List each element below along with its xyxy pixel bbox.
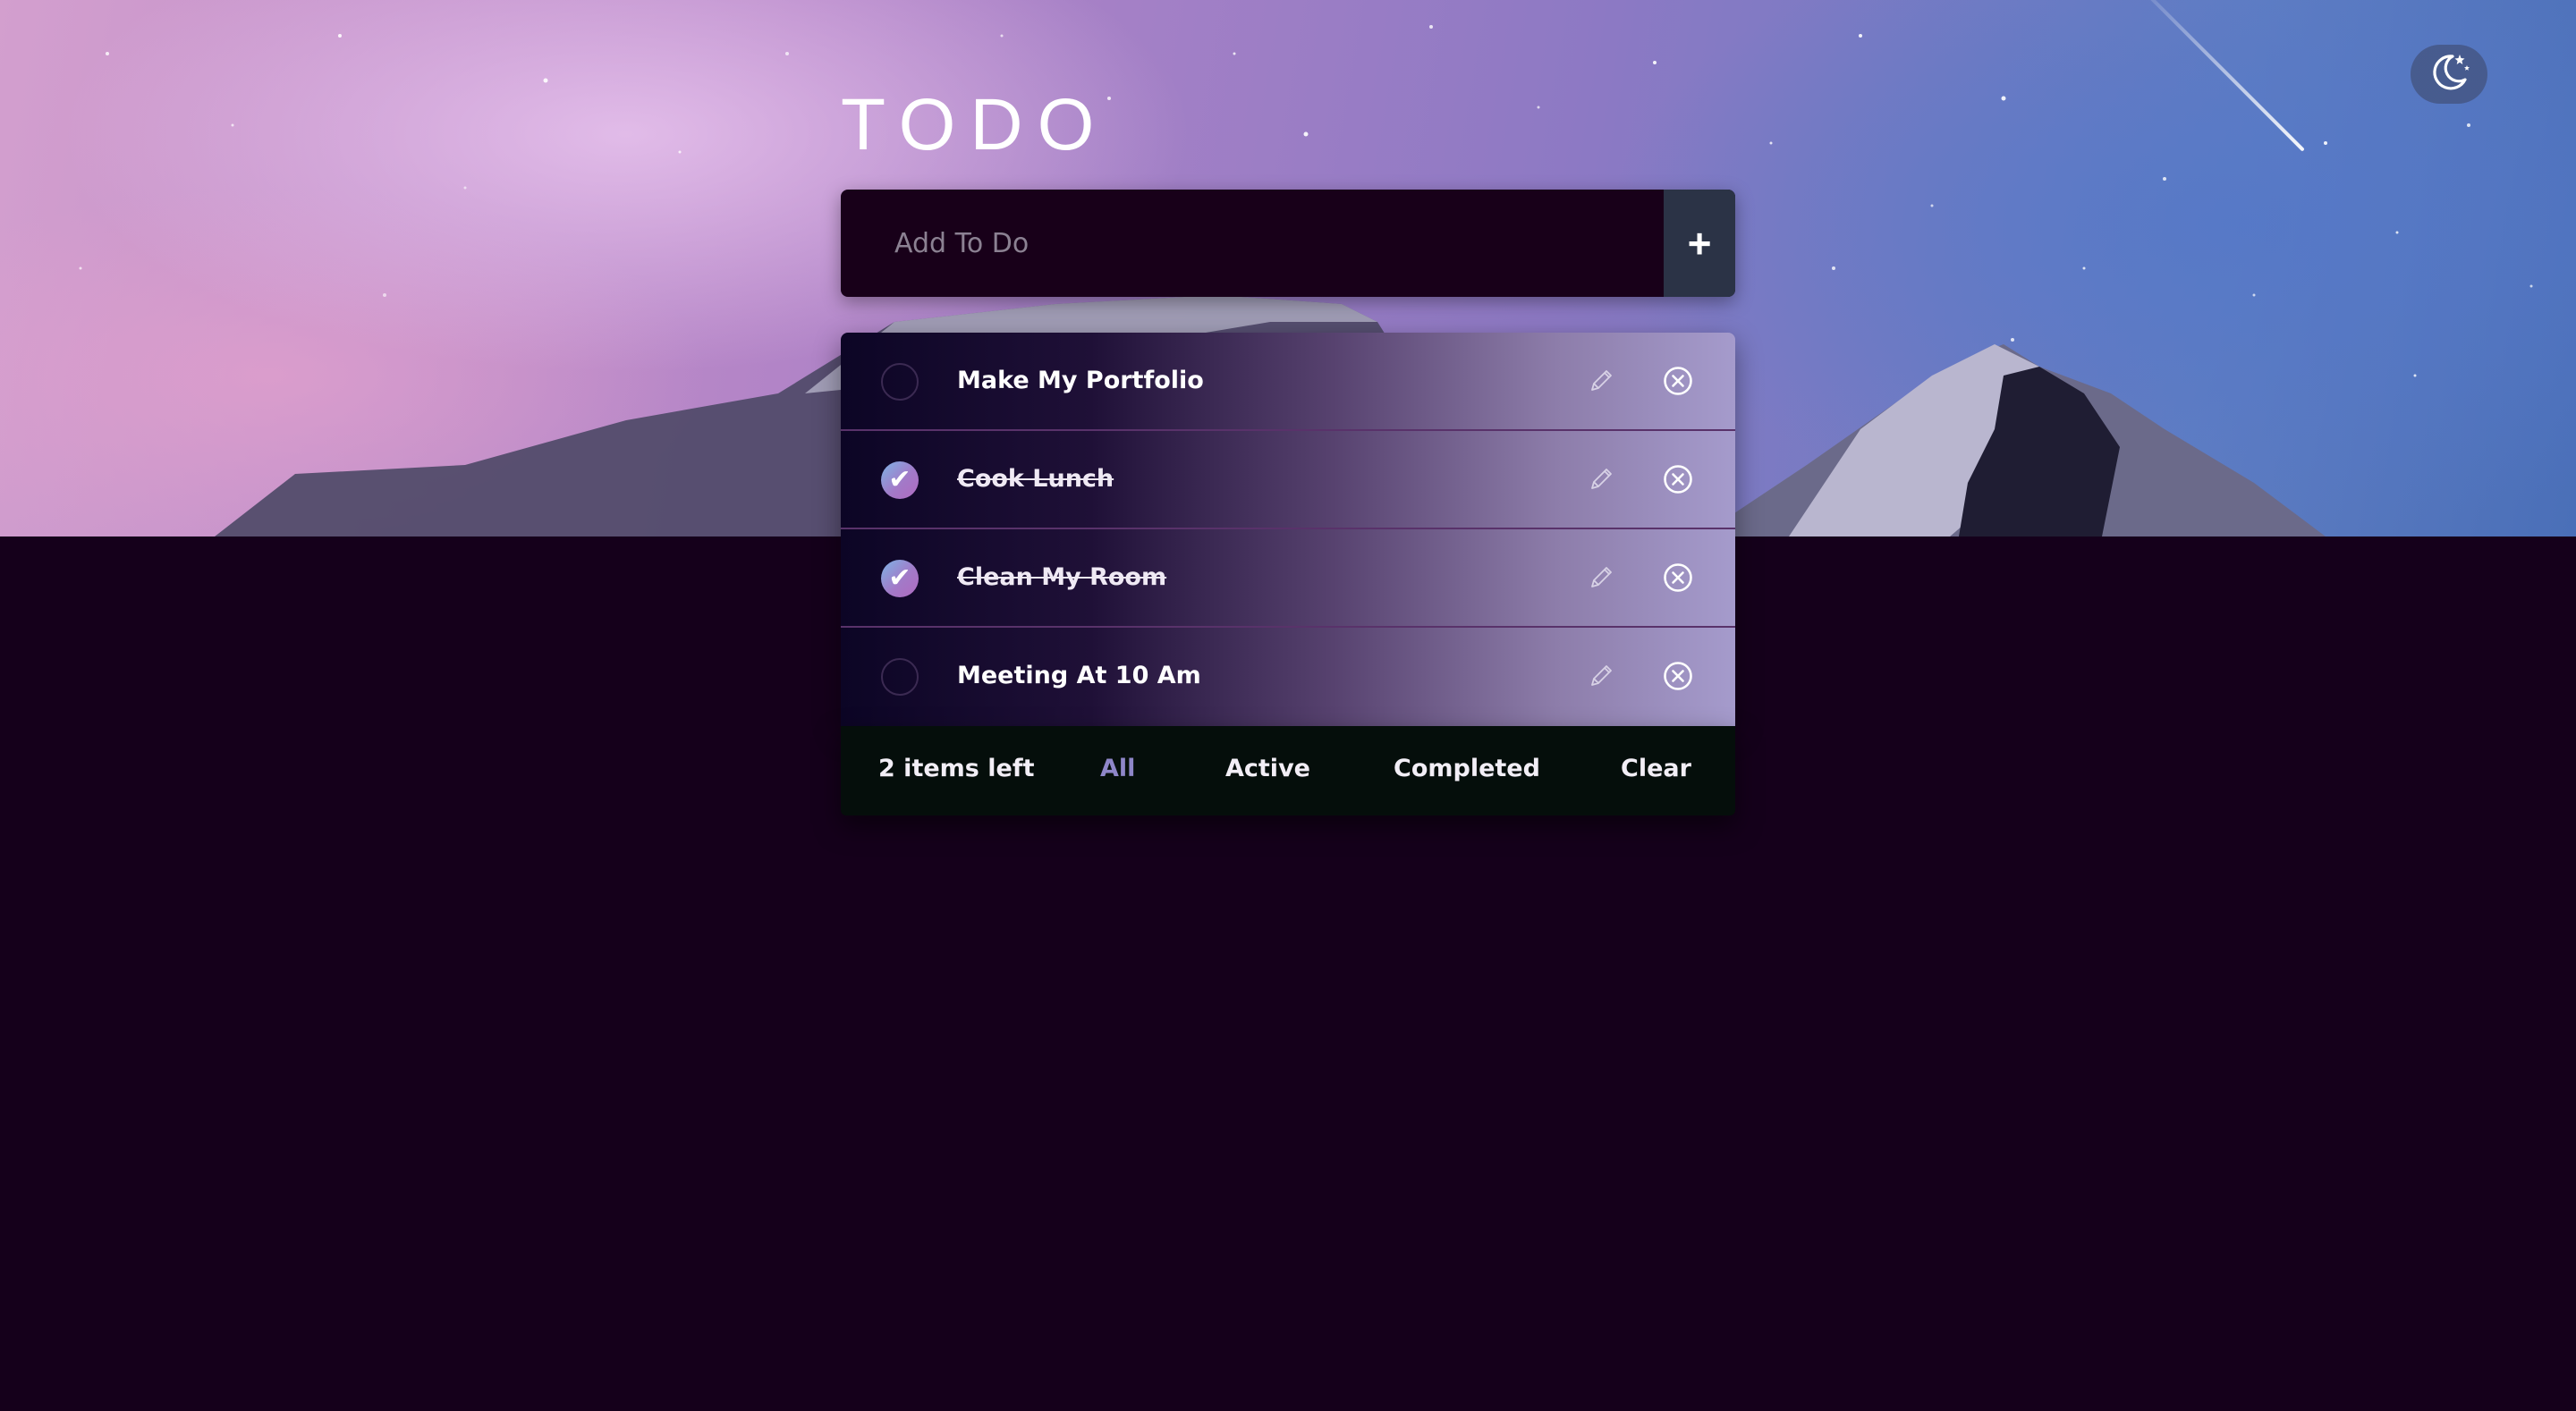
todo-checkbox[interactable] [881,658,919,696]
close-circle-icon [1662,463,1694,499]
check-icon: ✔ [888,464,911,495]
todo-item: Make My Portfolio [841,333,1735,431]
todo-text: Clean My Room [957,563,1167,591]
pencil-icon [1586,464,1616,498]
pencil-icon [1586,366,1616,400]
todo-checkbox[interactable]: ✔ [881,560,919,597]
todo-text: Meeting At 10 Am [957,662,1201,689]
pencil-icon [1586,661,1616,695]
filter-all-button[interactable]: All [1100,726,1135,812]
edit-todo-button[interactable] [1583,660,1619,696]
todo-item: Meeting At 10 Am [841,628,1735,726]
close-circle-icon [1662,562,1694,597]
delete-todo-button[interactable] [1660,463,1696,499]
clear-completed-button[interactable]: Clear [1621,726,1691,812]
todo-item: ✔ Cook Lunch [841,431,1735,529]
todo-text: Cook Lunch [957,465,1114,493]
close-circle-icon [1662,660,1694,696]
pencil-icon [1586,562,1616,596]
edit-todo-button[interactable] [1583,463,1619,499]
todo-footer: 2 items left All Active Completed Clear [841,726,1735,815]
todo-item: ✔ Clean My Room [841,529,1735,628]
theme-toggle-button[interactable] [2411,45,2487,104]
filter-active-button[interactable]: Active [1225,726,1310,812]
plus-icon: + [1687,220,1712,266]
filter-completed-button[interactable]: Completed [1394,726,1540,812]
add-todo-button[interactable]: + [1664,190,1735,297]
check-icon: ✔ [888,562,911,594]
delete-todo-button[interactable] [1660,365,1696,401]
delete-todo-button[interactable] [1660,562,1696,597]
edit-todo-button[interactable] [1583,562,1619,597]
todo-checkbox[interactable]: ✔ [881,461,919,499]
items-left-count: 2 items left [878,755,1035,782]
moon-stars-icon [2426,49,2472,99]
close-circle-icon [1662,365,1694,401]
edit-todo-button[interactable] [1583,365,1619,401]
add-todo-input[interactable] [841,190,1664,297]
delete-todo-button[interactable] [1660,660,1696,696]
todo-list: Make My Portfolio ✔ Cook Lunch ✔ Clean M… [841,333,1735,726]
todo-text: Make My Portfolio [957,367,1204,394]
todo-checkbox[interactable] [881,363,919,401]
page-title: TODO [841,84,1109,165]
add-todo-form: + [841,190,1735,297]
